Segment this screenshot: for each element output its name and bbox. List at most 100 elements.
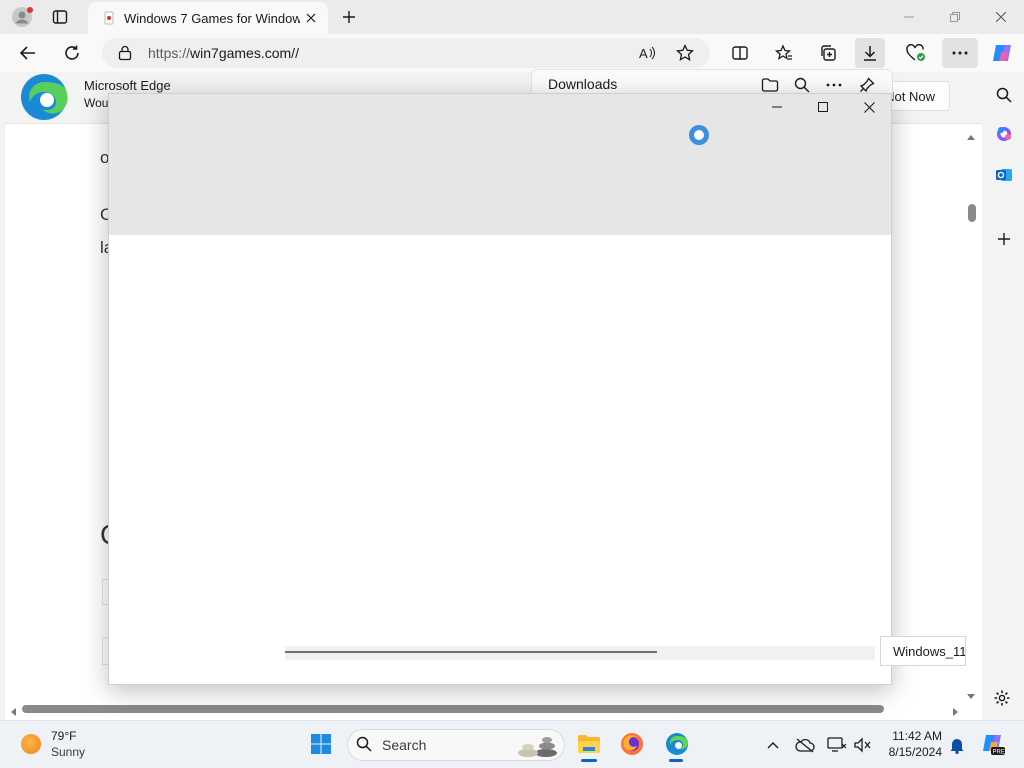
- sidebar-copilot-button[interactable]: [989, 119, 1019, 149]
- installer-minimize-button[interactable]: [762, 96, 792, 118]
- search-icon: [794, 77, 810, 93]
- collections-button[interactable]: [813, 38, 843, 68]
- back-icon: [19, 46, 35, 60]
- installer-maximize-button[interactable]: [808, 96, 838, 118]
- installer-progress-track: [285, 646, 875, 660]
- browser-restore-button[interactable]: [932, 0, 978, 34]
- svg-text:A: A: [639, 46, 648, 61]
- sidebar-add-button[interactable]: [989, 224, 1019, 254]
- weather-temperature[interactable]: 79°F: [51, 729, 76, 743]
- close-icon: [863, 101, 875, 113]
- read-aloud-button[interactable]: A: [638, 44, 656, 67]
- svg-text:PRE: PRE: [993, 750, 1005, 756]
- new-tab-button[interactable]: [336, 4, 362, 30]
- favorites-button[interactable]: [769, 38, 799, 68]
- folder-icon: [761, 78, 779, 92]
- browser-minimize-button[interactable]: [886, 0, 932, 34]
- copilot-preview-button[interactable]: PRE: [980, 731, 1006, 757]
- downloads-title: Downloads: [548, 76, 618, 92]
- tab-actions-button[interactable]: [46, 4, 74, 30]
- start-button[interactable]: [303, 727, 339, 761]
- outlook-icon: [996, 169, 1012, 181]
- split-screen-button[interactable]: [725, 38, 755, 68]
- sidebar-search-button[interactable]: [989, 80, 1019, 110]
- scroll-down-arrow-icon[interactable]: [966, 688, 976, 706]
- url-host: win7games.com//: [190, 45, 299, 61]
- collections-icon: [821, 45, 836, 61]
- close-icon: [996, 12, 1006, 22]
- more-icon: [826, 83, 842, 87]
- weather-condition[interactable]: Sunny: [51, 745, 85, 759]
- clock-time[interactable]: 11:42 AM: [886, 729, 942, 743]
- onedrive-tray-button[interactable]: [794, 734, 816, 756]
- refresh-button[interactable]: [57, 38, 87, 68]
- sidebar-settings-button[interactable]: [987, 683, 1017, 713]
- show-hidden-icons-button[interactable]: [762, 734, 784, 756]
- back-button[interactable]: [13, 38, 43, 68]
- copilot-icon: [993, 45, 1011, 61]
- notifications-button[interactable]: [946, 734, 968, 756]
- more-button[interactable]: [942, 38, 978, 68]
- profile-button[interactable]: [8, 4, 36, 30]
- read-aloud-icon: A: [639, 46, 655, 61]
- favorites-icon: [775, 44, 792, 60]
- minimize-icon: [772, 106, 782, 108]
- maximize-icon: [818, 102, 828, 112]
- loading-spinner-icon: [689, 125, 709, 145]
- downloads-more-button[interactable]: [824, 75, 844, 95]
- more-icon: [952, 51, 968, 55]
- scroll-up-arrow-icon[interactable]: [966, 128, 976, 146]
- tab-title: Windows 7 Games for Windows 11, 10 &: [124, 10, 300, 26]
- copilot-button[interactable]: [987, 38, 1017, 68]
- restore-icon: [950, 12, 960, 22]
- tab-active[interactable]: Windows 7 Games for Windows 11, 10 &: [88, 2, 328, 34]
- clock-date[interactable]: 8/15/2024: [880, 745, 942, 759]
- bell-icon: [950, 739, 964, 754]
- installer-close-button[interactable]: [854, 96, 884, 118]
- pin-downloads-button[interactable]: [857, 75, 877, 95]
- refresh-icon: [65, 45, 79, 60]
- search-highlight-stones-icon: [514, 731, 560, 764]
- plus-icon: [343, 11, 355, 23]
- download-filename: Windows_11_10: [893, 644, 966, 659]
- installer-progress-fill: [285, 651, 657, 653]
- search-icon: [996, 87, 1012, 103]
- chevron-up-icon: [767, 742, 779, 749]
- browser-close-button[interactable]: [978, 0, 1024, 34]
- download-filename-field: Windows_11_10: [880, 636, 966, 666]
- browser-essentials-button[interactable]: [901, 38, 931, 68]
- vertical-scroll-thumb[interactable]: [968, 204, 976, 222]
- monitor-network-icon: [827, 737, 847, 752]
- tab-close-button[interactable]: [302, 9, 320, 27]
- address-url: https://win7games.com//: [148, 45, 299, 61]
- search-downloads-button[interactable]: [792, 75, 812, 95]
- windows-logo-icon: [311, 734, 331, 754]
- site-info-button[interactable]: [118, 45, 132, 66]
- horizontal-scroll-thumb[interactable]: [22, 705, 884, 713]
- minimize-icon: [904, 16, 914, 18]
- open-downloads-folder-button[interactable]: [760, 75, 780, 95]
- network-tray-button[interactable]: [826, 734, 848, 756]
- downloads-icon: [864, 46, 876, 61]
- copilot-pre-icon: PRE: [983, 735, 1005, 756]
- tab-actions-icon: [52, 10, 68, 24]
- volume-muted-icon: [854, 737, 871, 753]
- banner-title: Microsoft Edge: [84, 78, 171, 93]
- gear-icon: [994, 690, 1010, 706]
- favorite-button[interactable]: [675, 43, 695, 67]
- solitaire-card-icon: [104, 11, 114, 25]
- weather-sun-icon[interactable]: [21, 734, 41, 754]
- plus-icon: [998, 233, 1010, 245]
- taskbar-edge[interactable]: [659, 727, 695, 761]
- m365-icon: [997, 127, 1011, 141]
- speaker-tray-button[interactable]: [852, 734, 874, 756]
- browser-essentials-icon: [906, 44, 925, 61]
- downloads-button[interactable]: [855, 38, 885, 68]
- taskbar-file-explorer[interactable]: [571, 727, 607, 761]
- url-scheme: https://: [148, 45, 191, 61]
- taskbar-firefox[interactable]: [614, 727, 650, 761]
- close-icon: [306, 13, 316, 23]
- sidebar-outlook-button[interactable]: [989, 160, 1019, 190]
- cloud-offline-icon: [795, 738, 815, 753]
- address-bar[interactable]: https://win7games.com// A: [102, 38, 710, 68]
